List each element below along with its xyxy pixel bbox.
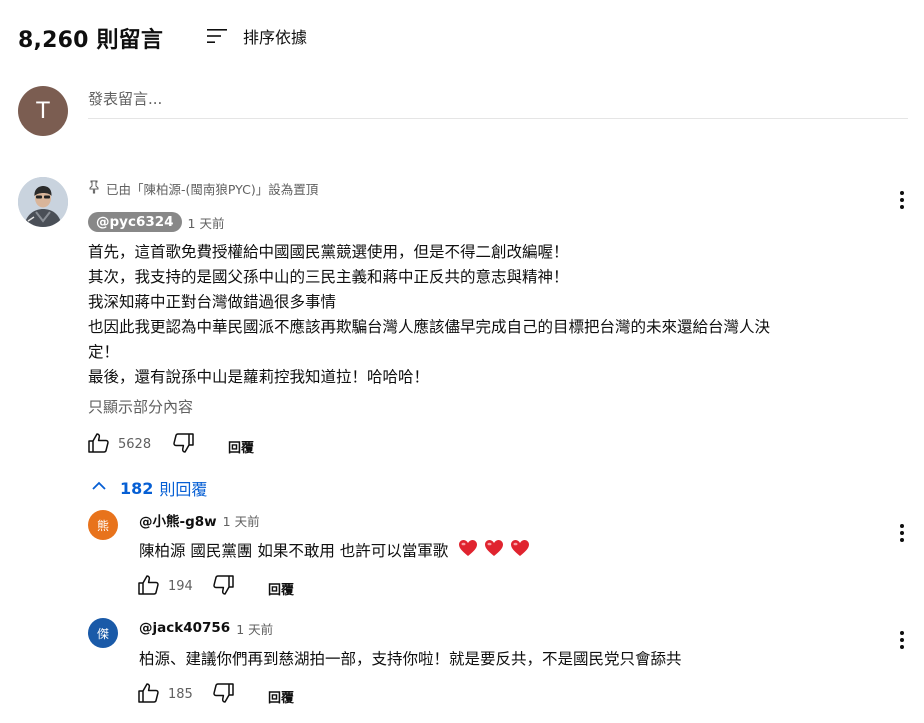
comment-header: @pyc6324 1 天前 [88,210,224,234]
read-more-link[interactable]: 只顯示部分內容 [88,396,193,417]
comment-body-line: 首先，這首歌免費授權給中國國民黨競選使用，但是不得二創改編喔！ [88,243,569,261]
pinned-indicator: 已由「陳柏源-(閩南狼PYC)」設為置頂 [88,179,318,197]
current-user-avatar: T [18,86,68,136]
reply-button[interactable]: 回覆 [268,687,294,706]
comment-time[interactable]: 1 天前 [188,213,225,232]
more-vert-icon [900,630,904,654]
sort-label: 排序依據 [243,28,308,47]
chevron-up-icon [90,477,108,499]
reply-body: 陳柏源 國民黨團 如果不敢用 也許可以當軍歌 [139,538,530,562]
heart-emoji-icon [484,539,504,561]
reply-text: 陳柏源 國民黨團 如果不敢用 也許可以當軍歌 [139,542,449,560]
comment-count-title: 8,260 則留言 [18,28,164,53]
reply-header: @小熊-g8w 1 天前 [139,510,260,531]
replies-toggle[interactable]: 182 則回覆 [90,476,207,500]
thumbs-down-icon [211,573,235,601]
reply-author-name[interactable]: @jack40756 [139,620,230,636]
dislike-button[interactable] [210,574,236,600]
reply-time[interactable]: 1 天前 [223,511,260,530]
comment-body-line: 我深知蔣中正對台灣做錯過很多事情 [88,293,337,311]
comment-body-line: 其次，我支持的是國父孫中山的三民主義和蔣中正反共的意志與精神！ [88,268,569,286]
reply-button[interactable]: 回覆 [228,437,254,456]
pinned-text: 已由「陳柏源-(閩南狼PYC)」設為置頂 [106,181,319,197]
replies-count: 182 [120,478,154,498]
comment-body-line: 也因此我更認為中華民國派不應該再欺騙台灣人應該儘早完成自己的目標把台灣的未來還給… [88,318,771,336]
like-button[interactable] [136,682,162,708]
like-count: 194 [168,579,193,594]
reply-author-avatar[interactable]: 傑 [88,618,118,648]
like-count: 185 [168,687,193,702]
reply-author-avatar[interactable]: 熊 [88,510,118,540]
comment-menu-button[interactable] [890,190,914,214]
reply-body: 柏源、建議你們再到慈湖拍一部，支持你啦！就是要反共，不是國民党只會舔共 [139,646,682,670]
more-vert-icon [900,190,904,214]
sort-button[interactable]: 排序依據 [205,22,307,50]
reply-menu-button[interactable] [890,630,914,654]
reply-button[interactable]: 回覆 [268,579,294,598]
like-count: 5628 [118,437,152,452]
author-name-chip[interactable]: @pyc6324 [88,212,182,232]
like-button[interactable] [136,574,162,600]
dislike-button[interactable] [210,682,236,708]
pin-icon [88,180,106,197]
thumbs-up-icon [137,681,161,709]
thumbs-down-icon [211,681,235,709]
add-comment-input[interactable]: 發表留言... [88,88,908,119]
comment-body-line: 最後，還有說孫中山是蘿莉控我知道拉！哈哈哈！ [88,368,430,386]
reply-text: 柏源、建議你們再到慈湖拍一部，支持你啦！就是要反共，不是國民党只會舔共 [139,650,682,668]
more-vert-icon [900,523,904,547]
thumbs-down-icon [171,431,195,459]
replies-label: 則回覆 [159,480,208,499]
thumbs-up-icon [87,431,111,459]
comment-body-line: 定！ [88,343,120,361]
thumbs-up-icon [137,573,161,601]
reply-time[interactable]: 1 天前 [236,619,273,638]
reply-menu-button[interactable] [890,523,914,547]
dislike-button[interactable] [170,432,196,458]
heart-emoji-icon [458,539,478,561]
author-avatar[interactable] [18,177,68,227]
reply-header: @jack40756 1 天前 [139,618,273,638]
heart-emoji-icon [510,539,530,561]
sort-icon [205,24,229,48]
reply-author-name[interactable]: @小熊-g8w [139,510,217,530]
like-button[interactable] [86,432,112,458]
